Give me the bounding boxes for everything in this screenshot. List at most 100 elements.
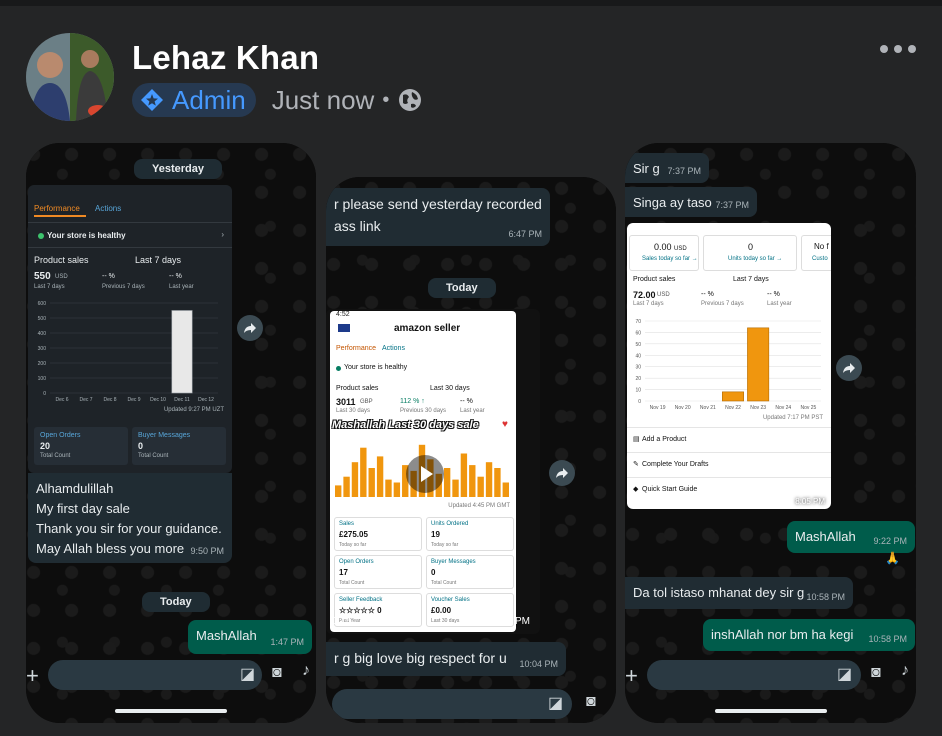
camera-icon[interactable]: ◙ <box>586 693 596 711</box>
seller-stats-image[interactable]: Performance Actions Your store is health… <box>28 185 232 473</box>
attach-plus-icon[interactable]: + <box>625 663 638 689</box>
bar <box>171 310 193 394</box>
play-icon <box>421 466 433 482</box>
units-today-tile[interactable]: 0 Units today so far → <box>703 235 797 271</box>
incoming-message-bottom[interactable]: r g big love big respect for u 10:04 PM <box>326 642 566 676</box>
forward-icon[interactable] <box>237 315 263 341</box>
forward-icon[interactable] <box>836 355 862 381</box>
metric-value: £275.05 <box>339 530 368 539</box>
y-tick-label: 0 <box>43 391 46 397</box>
avatar[interactable] <box>26 33 114 121</box>
video-bar <box>494 468 501 497</box>
metric-label: Open Orders <box>339 559 374 565</box>
product-sales-select[interactable]: Product sales <box>34 255 89 265</box>
y-tick-label: 400 <box>38 331 47 337</box>
open-orders-tile[interactable]: Open Orders 20 Total Count <box>34 427 128 465</box>
y-tick-label: 500 <box>38 316 47 322</box>
video-bar <box>385 479 392 497</box>
camera-icon[interactable]: ◙ <box>272 664 282 682</box>
y-tick-label: 30 <box>635 365 641 371</box>
y-tick-label: 600 <box>38 301 47 307</box>
x-tick-label: Nov 24 <box>775 405 791 411</box>
sticker-icon[interactable]: ◪ <box>837 664 852 684</box>
admin-badge[interactable]: Admin <box>132 83 256 117</box>
metric-tile[interactable]: Sales £275.05 Today so far <box>334 517 422 551</box>
home-indicator <box>115 709 227 713</box>
quick-start-link[interactable]: ◆ Quick Start Guide <box>633 485 697 493</box>
sales-value: 550 <box>34 271 51 282</box>
complete-drafts-link[interactable]: ✎ Complete Your Drafts <box>633 460 709 468</box>
sticker-icon[interactable]: ◪ <box>240 664 255 684</box>
x-tick-label: Dec 7 <box>79 397 92 403</box>
incoming-message-top[interactable]: r please send yesterday recorded ass lin… <box>326 188 550 246</box>
incoming-message-2[interactable]: Singa ay taso 7:37 PM <box>625 187 757 217</box>
author-name[interactable]: Lehaz Khan <box>132 39 319 77</box>
date-pill: Yesterday <box>134 159 222 179</box>
outgoing-message[interactable]: MashAllah 1:47 PM <box>188 620 312 654</box>
screenshot-1[interactable]: Yesterday Performance Actions Your store… <box>26 143 316 723</box>
mic-icon[interactable]: ♪ <box>901 662 909 680</box>
x-tick-label: Nov 22 <box>725 405 741 411</box>
seller-stats-image[interactable]: 0.00 USD Sales today so far → 0 Units to… <box>627 223 831 509</box>
play-button[interactable] <box>406 455 444 493</box>
bar <box>747 327 770 402</box>
x-tick-label: Dec 9 <box>127 397 140 403</box>
add-product-link[interactable]: ▤ Add a Product <box>633 435 686 443</box>
video-time: 10:04 PM <box>487 616 530 627</box>
y-tick-label: 0 <box>638 399 641 405</box>
incoming-message[interactable]: Alhamdulillah My first day sale Thank yo… <box>28 473 232 563</box>
camera-icon[interactable]: ◙ <box>871 664 881 682</box>
metric-sub: Total Count <box>339 580 365 586</box>
metric-sub: Total Count <box>431 580 457 586</box>
more-icon[interactable] <box>880 45 916 53</box>
screenshot-2[interactable]: r please send yesterday recorded ass lin… <box>326 177 616 723</box>
third-tile[interactable]: No f Custo <box>801 235 831 271</box>
date-pill-today: Today <box>428 278 496 298</box>
message-input[interactable] <box>48 660 262 690</box>
folded-hands-reaction[interactable]: 🙏 <box>885 551 900 565</box>
sales-today-tile[interactable]: 0.00 USD Sales today so far → <box>629 235 699 271</box>
range-select[interactable]: Last 7 days <box>135 255 181 265</box>
metric-tile[interactable]: Buyer Messages 0 Total Count <box>426 555 514 589</box>
outgoing-message-1[interactable]: MashAllah 9:22 PM <box>787 521 915 553</box>
buyer-messages-tile[interactable]: Buyer Messages 0 Total Count <box>132 427 226 465</box>
incoming-message-3[interactable]: Da tol istaso mhanat dey sir g 10:58 PM <box>625 577 853 609</box>
metric-sub: Today so far <box>339 542 367 548</box>
y-tick-label: 40 <box>635 353 641 359</box>
x-tick-label: Nov 19 <box>650 405 666 411</box>
video-duration: 0:15 <box>332 616 352 627</box>
message-input[interactable] <box>647 660 861 690</box>
metric-value: 19 <box>431 530 440 539</box>
y-tick-label: 50 <box>635 342 641 348</box>
store-health[interactable]: Your store is healthy <box>47 231 126 240</box>
amazon-seller-logo: amazon seller <box>394 323 461 334</box>
video-bar <box>477 476 484 497</box>
outgoing-message-2[interactable]: inshAllah nor bm ha kegi 10:58 PM <box>703 619 915 651</box>
post-header: Lehaz Khan Admin Just now • <box>26 33 916 123</box>
x-tick-label: Dec 12 <box>198 397 214 403</box>
metric-tile[interactable]: Open Orders 17 Total Count <box>334 555 422 589</box>
tab-performance[interactable]: Performance <box>34 204 80 213</box>
y-tick-label: 100 <box>38 376 47 382</box>
forward-icon[interactable] <box>549 460 575 486</box>
attach-plus-icon[interactable]: + <box>26 663 39 689</box>
post-time[interactable]: Just now <box>272 85 375 116</box>
admin-badge-label: Admin <box>172 84 246 115</box>
video-message[interactable]: 4:52 amazon seller Performance Actions Y… <box>326 309 540 634</box>
video-overlay-text: Mashallah Last 30 days sale <box>332 419 479 431</box>
globe-icon[interactable] <box>397 87 423 113</box>
cap-icon: ◆ <box>633 486 639 493</box>
metric-tile[interactable]: Units Ordered 19 Today so far <box>426 517 514 551</box>
video-frame[interactable]: 4:52 amazon seller Performance Actions Y… <box>330 311 516 632</box>
x-tick-label: Dec 10 <box>150 397 166 403</box>
message-input[interactable] <box>332 689 572 719</box>
metric-sub: Last 30 days <box>431 618 460 624</box>
metric-label: Buyer Messages <box>431 559 476 565</box>
date-pill-today: Today <box>142 592 210 612</box>
sticker-icon[interactable]: ◪ <box>548 693 563 713</box>
mic-icon[interactable]: ♪ <box>302 662 310 680</box>
screenshot-3[interactable]: Sir g 7:37 PM Singa ay taso 7:37 PM 0.00… <box>625 143 916 723</box>
x-tick-label: Dec 6 <box>55 397 68 403</box>
incoming-message-1[interactable]: Sir g 7:37 PM <box>625 153 709 183</box>
tab-actions[interactable]: Actions <box>95 204 121 213</box>
